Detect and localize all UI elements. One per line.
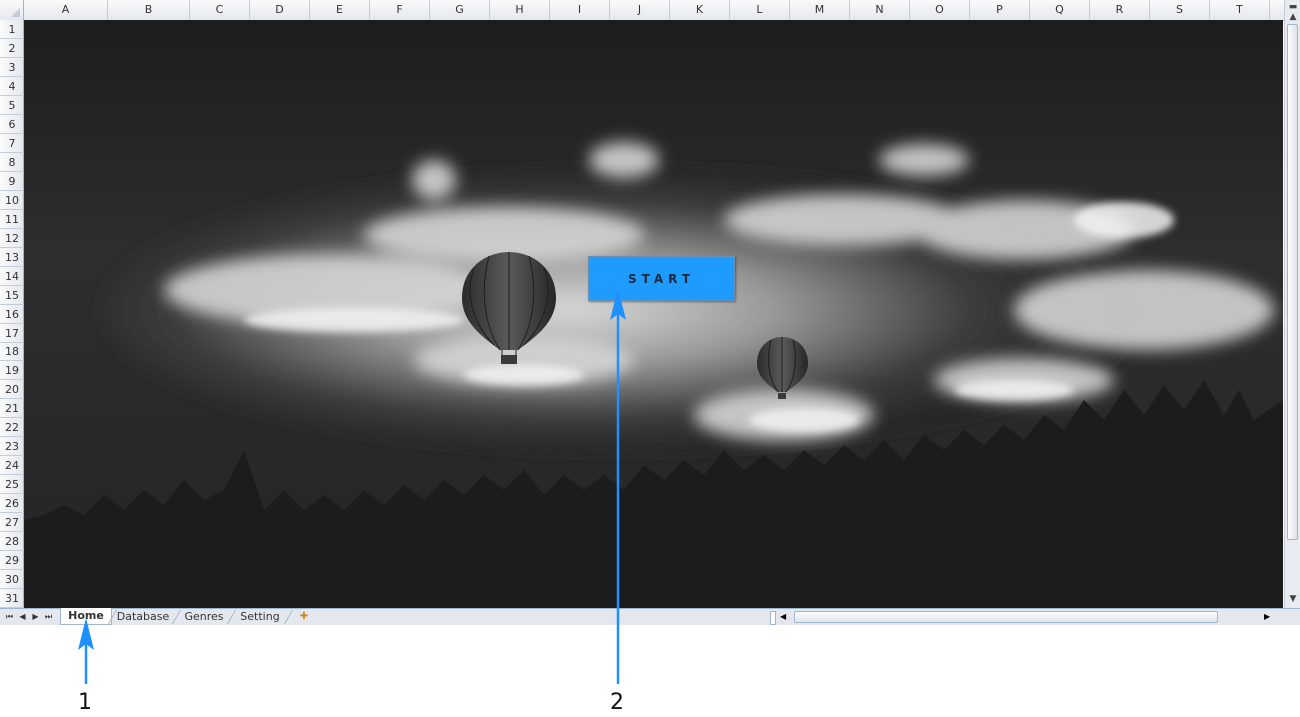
scroll-up-icon[interactable]: ▲	[1286, 10, 1300, 24]
column-header[interactable]: E	[310, 0, 370, 20]
row-header[interactable]: 1	[0, 20, 24, 39]
row-header[interactable]: 31	[0, 589, 24, 609]
horizontal-scrollbar[interactable]: ◀ ▶	[770, 610, 1284, 625]
start-button[interactable]: START	[588, 256, 735, 301]
column-header[interactable]: C	[190, 0, 250, 20]
prev-sheet-icon[interactable]: ◀	[17, 610, 28, 623]
split-handle-icon[interactable]	[770, 611, 776, 625]
column-header[interactable]: G	[430, 0, 490, 20]
row-header[interactable]: 22	[0, 418, 24, 438]
row-header[interactable]: 20	[0, 380, 24, 400]
row-header[interactable]: 15	[0, 286, 24, 305]
row-header[interactable]: 25	[0, 475, 24, 495]
callout-arrow-1	[78, 618, 94, 684]
callout-label-2: 2	[610, 690, 624, 715]
row-header[interactable]: 6	[0, 115, 24, 134]
column-header[interactable]: Q	[1030, 0, 1090, 20]
row-header[interactable]: 21	[0, 399, 24, 419]
tab-setting[interactable]: Setting	[235, 609, 285, 624]
tab-home[interactable]: Home	[60, 608, 112, 625]
insert-sheet-icon[interactable]: ✚	[293, 609, 315, 624]
select-all-corner[interactable]	[0, 0, 24, 20]
next-sheet-icon[interactable]: ▶	[30, 610, 41, 623]
row-header[interactable]: 28	[0, 532, 24, 552]
column-header[interactable]: N	[850, 0, 910, 20]
row-header[interactable]: 10	[0, 191, 24, 210]
row-header[interactable]: 2	[0, 39, 24, 58]
column-header[interactable]: K	[670, 0, 730, 20]
tab-database[interactable]: Database	[114, 609, 172, 624]
horizontal-scroll-thumb[interactable]	[794, 611, 1218, 623]
column-header[interactable]: O	[910, 0, 970, 20]
row-header[interactable]: 14	[0, 267, 24, 286]
vertical-scrollbar[interactable]: ▬ ▲ ▼	[1284, 0, 1300, 608]
column-header[interactable]: I	[550, 0, 610, 20]
background-image: START	[24, 20, 1283, 608]
row-header[interactable]: 12	[0, 229, 24, 248]
column-header[interactable]: A	[24, 0, 108, 20]
column-header[interactable]: R	[1090, 0, 1150, 20]
row-header[interactable]: 4	[0, 77, 24, 96]
row-header[interactable]: 18	[0, 342, 24, 362]
row-header[interactable]: 27	[0, 513, 24, 533]
column-header[interactable]: M	[790, 0, 850, 20]
row-header[interactable]: 13	[0, 248, 24, 267]
row-header[interactable]: 23	[0, 437, 24, 457]
row-header[interactable]: 5	[0, 96, 24, 115]
row-header[interactable]: 30	[0, 570, 24, 590]
row-header-bar: 1 2 3 4 5 6 7 8 9 10 11 12 13 14 15 16 17 18 19 20 21 22 23 24 2…	[0, 20, 24, 609]
sheet-tab-bar: ⏮ ◀ ▶ ⏭ Home Database Genres Setting ✚ ◀…	[0, 608, 1300, 625]
column-header[interactable]: P	[970, 0, 1030, 20]
row-header[interactable]: 7	[0, 134, 24, 153]
row-header[interactable]: 24	[0, 456, 24, 476]
row-header[interactable]: 8	[0, 153, 24, 172]
callout-label-1: 1	[78, 690, 92, 715]
column-header[interactable]: H	[490, 0, 550, 20]
last-sheet-icon[interactable]: ⏭	[43, 610, 54, 623]
vertical-scroll-thumb[interactable]	[1287, 24, 1298, 540]
column-header[interactable]: F	[370, 0, 430, 20]
row-header[interactable]: 16	[0, 305, 24, 324]
row-header[interactable]: 29	[0, 551, 24, 571]
column-header[interactable]: D	[250, 0, 310, 20]
row-header[interactable]: 11	[0, 210, 24, 229]
row-header[interactable]: 3	[0, 58, 24, 77]
column-header[interactable]: B	[108, 0, 190, 20]
tab-genres[interactable]: Genres	[180, 609, 228, 624]
cloudy-sky-balloons-picture	[24, 20, 1283, 608]
column-header[interactable]: T	[1210, 0, 1270, 20]
column-header[interactable]: L	[730, 0, 790, 20]
column-header-bar: A B C D E F G H I J K L M N O P Q R S T	[0, 0, 1284, 21]
row-header[interactable]: 17	[0, 324, 24, 343]
scroll-left-icon[interactable]: ◀	[780, 610, 786, 624]
scroll-right-icon[interactable]: ▶	[1264, 610, 1270, 624]
spreadsheet-window: A B C D E F G H I J K L M N O P Q R S T …	[0, 0, 1300, 625]
row-header[interactable]: 9	[0, 172, 24, 191]
row-header[interactable]: 19	[0, 361, 24, 381]
row-header[interactable]: 26	[0, 494, 24, 514]
first-sheet-icon[interactable]: ⏮	[4, 610, 15, 623]
scroll-down-icon[interactable]: ▼	[1286, 592, 1300, 606]
column-header[interactable]: J	[610, 0, 670, 20]
column-header[interactable]: S	[1150, 0, 1210, 20]
